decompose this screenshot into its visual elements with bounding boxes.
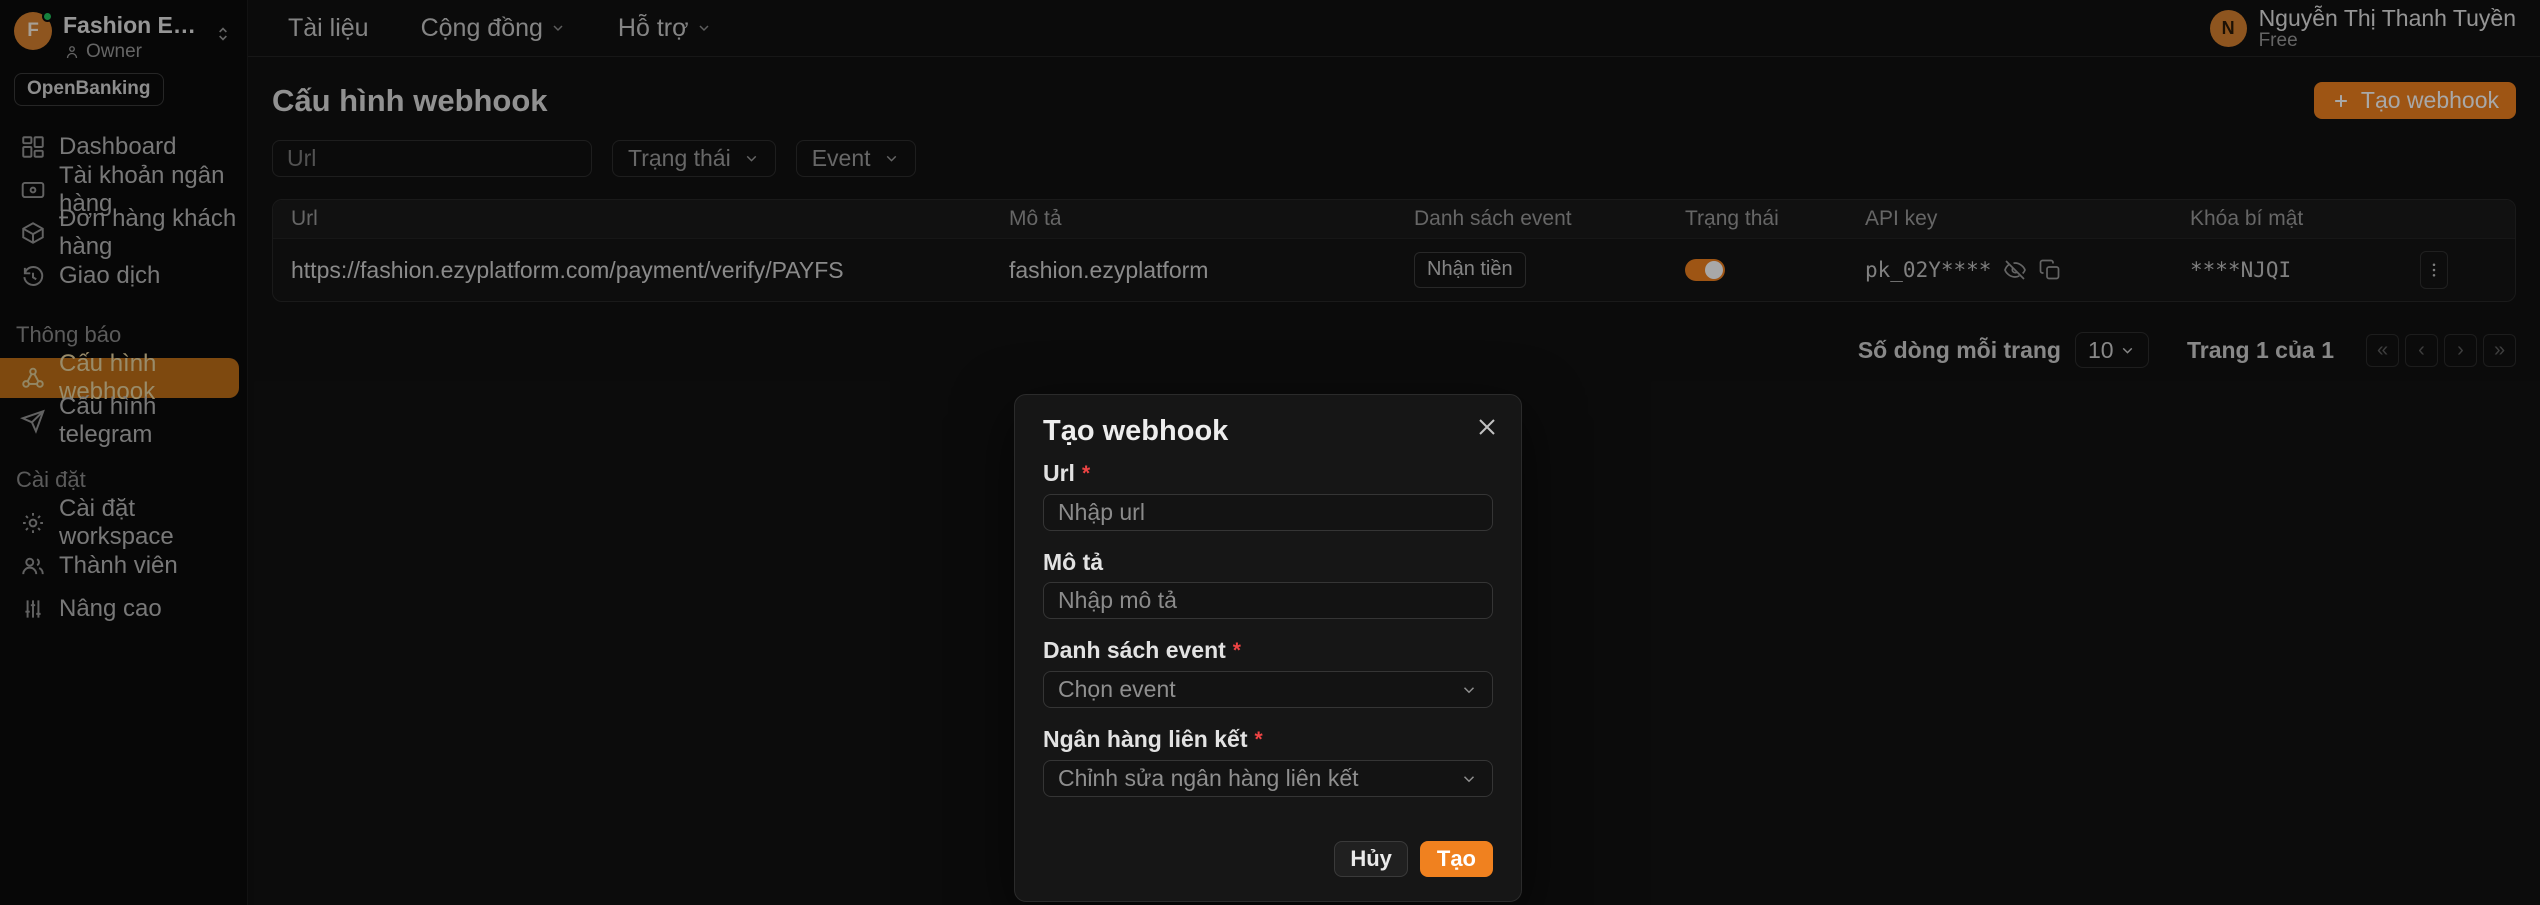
url-field-label: Url <box>1043 460 1075 486</box>
create-webhook-modal: Tạo webhook Url * Mô tả Danh sách event … <box>1014 394 1522 902</box>
events-select[interactable]: Chọn event <box>1043 671 1493 708</box>
events-select-value: Chọn event <box>1058 676 1176 703</box>
required-mark: * <box>1254 727 1262 753</box>
bank-select-value: Chỉnh sửa ngân hàng liên kết <box>1058 765 1359 792</box>
chevron-down-icon <box>1460 681 1478 699</box>
cancel-button[interactable]: Hủy <box>1334 841 1408 877</box>
submit-button[interactable]: Tạo <box>1420 841 1493 877</box>
description-field-label: Mô tả <box>1043 549 1103 575</box>
url-field[interactable] <box>1043 494 1493 531</box>
close-icon[interactable] <box>1475 415 1499 439</box>
events-field-label: Danh sách event <box>1043 637 1226 663</box>
bank-select[interactable]: Chỉnh sửa ngân hàng liên kết <box>1043 760 1493 797</box>
app-screen: F Fashion EzyPlatfor... Owner OpenBankin… <box>0 0 2540 905</box>
description-field[interactable] <box>1043 582 1493 619</box>
modal-title: Tạo webhook <box>1043 415 1493 448</box>
required-mark: * <box>1233 638 1241 664</box>
bank-field-label: Ngân hàng liên kết <box>1043 726 1247 752</box>
required-mark: * <box>1082 461 1090 487</box>
chevron-down-icon <box>1460 770 1478 788</box>
